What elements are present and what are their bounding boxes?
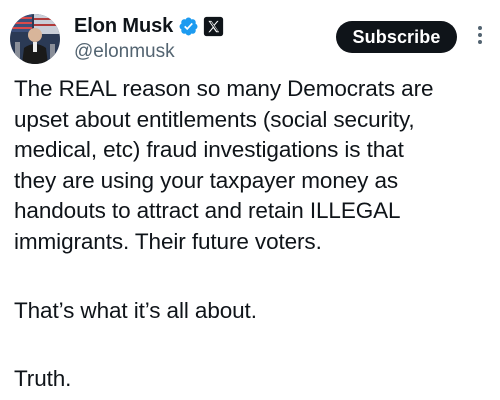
display-name[interactable]: Elon Musk bbox=[74, 13, 173, 39]
more-dot bbox=[478, 40, 482, 44]
tweet-paragraph: The REAL reason so many Democrats are up… bbox=[14, 76, 434, 254]
subscribe-button[interactable]: Subscribe bbox=[336, 21, 457, 53]
verified-badge-icon[interactable] bbox=[178, 16, 199, 37]
tweet: Elon Musk @elonmusk Subscribe The REAL r… bbox=[0, 0, 500, 400]
more-dot bbox=[478, 33, 482, 37]
tweet-text: The REAL reason so many Democrats are up… bbox=[14, 74, 494, 391]
x-logo-icon[interactable] bbox=[203, 16, 224, 37]
tweet-paragraph: That’s what it’s all about. bbox=[14, 298, 257, 323]
more-dot bbox=[478, 26, 482, 30]
name-row: Elon Musk bbox=[74, 13, 224, 39]
author-handle[interactable]: @elonmusk bbox=[74, 39, 224, 65]
tweet-header: Elon Musk @elonmusk Subscribe bbox=[0, 0, 500, 70]
tweet-paragraph: Truth. bbox=[14, 366, 72, 391]
avatar[interactable] bbox=[10, 14, 60, 64]
avatar-photo-icon bbox=[10, 14, 60, 64]
more-vertical-icon[interactable] bbox=[474, 26, 486, 48]
author-info: Elon Musk @elonmusk bbox=[74, 13, 224, 65]
